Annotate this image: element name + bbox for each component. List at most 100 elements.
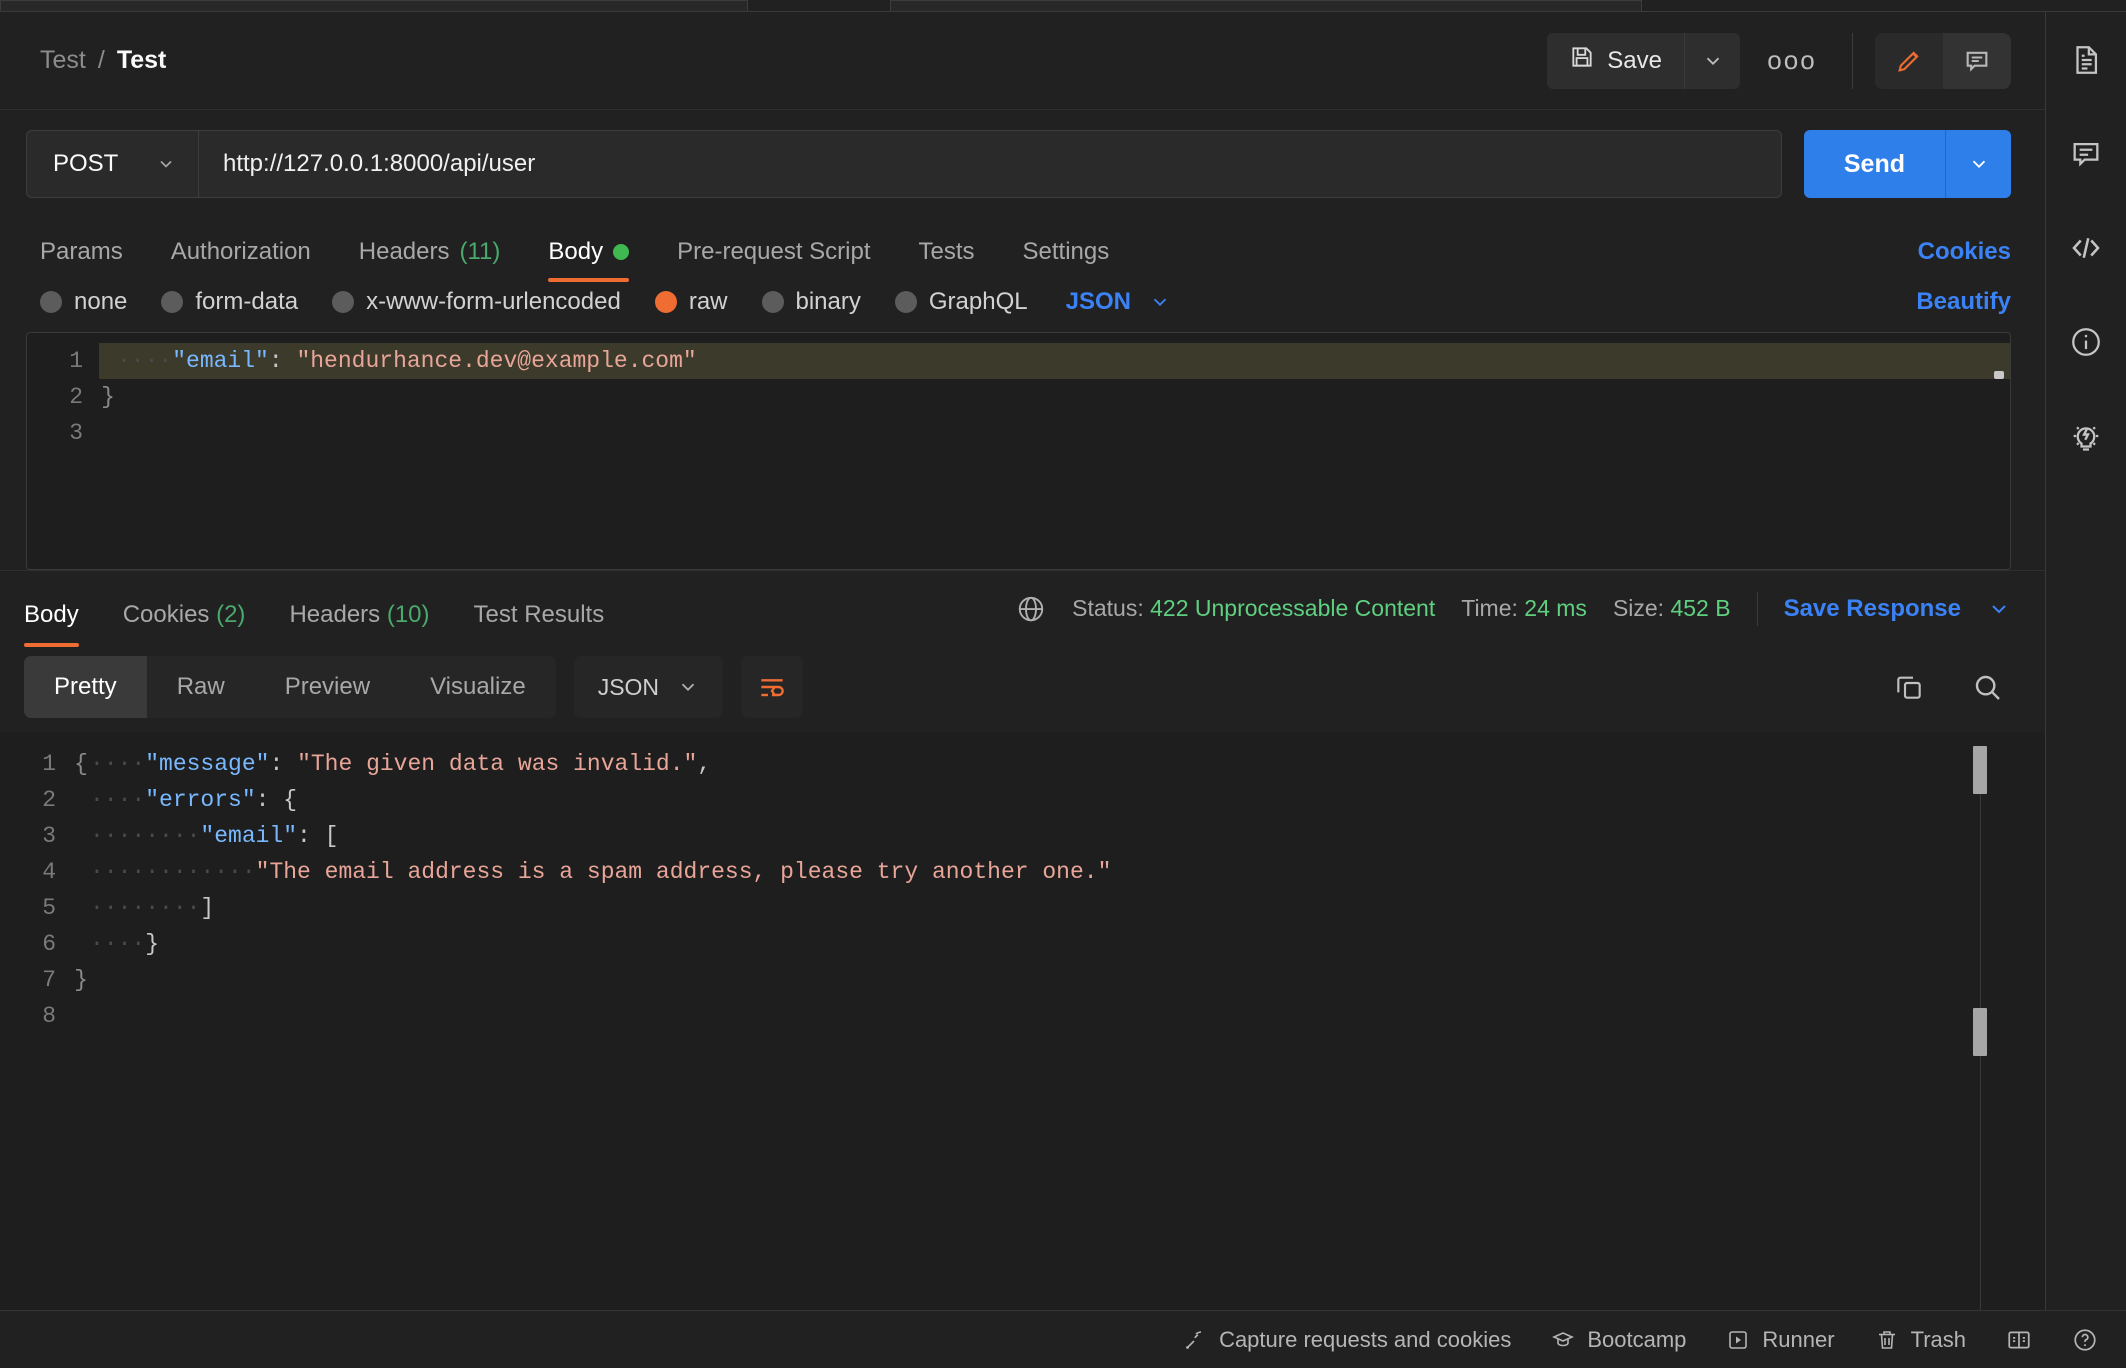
code-line[interactable]: ········] (72, 890, 2045, 926)
status-group: Status: 422 Unprocessable Content (1072, 595, 1435, 622)
documentation-icon[interactable] (2064, 38, 2108, 82)
bootcamp-button[interactable]: Bootcamp (1551, 1327, 1686, 1353)
body-type-urlencoded[interactable]: x-www-form-urlencoded (332, 288, 621, 316)
response-scroll-marker[interactable] (1973, 746, 1987, 794)
chevron-down-icon (1153, 298, 1167, 307)
request-tabs: Params Authorization Headers (11) Body P… (0, 218, 2045, 282)
send-dropdown-button[interactable] (1945, 130, 2011, 198)
view-mode-preview[interactable]: Preview (255, 656, 400, 718)
tab-pre-request-script[interactable]: Pre-request Script (653, 238, 894, 282)
lightbulb-icon[interactable] (2064, 414, 2108, 458)
request-tab-strip (0, 0, 2126, 12)
request-body-editor[interactable]: 1 2 3 {····"email": "hendurhance.dev@examp… (26, 332, 2011, 570)
code-line[interactable]: ········"email": [ (72, 818, 2045, 854)
tab-count: (11) (459, 238, 501, 265)
editor-scroll-marker[interactable] (1994, 371, 2004, 379)
code-line[interactable]: ····} (72, 926, 2045, 962)
response-body-viewer[interactable]: 1 2 3 4 5 6 7 8 {····"message": "The given data… (0, 732, 2045, 1310)
tab-strip-segment[interactable] (0, 0, 748, 11)
response-tab-test-results[interactable]: Test Results (452, 601, 627, 647)
trash-button[interactable]: Trash (1875, 1327, 1966, 1353)
play-box-icon (1729, 1330, 1748, 1349)
tab-authorization[interactable]: Authorization (147, 238, 335, 282)
response-scroll-marker[interactable] (1973, 1008, 1987, 1056)
raw-format-selector[interactable]: JSON (1066, 288, 1171, 316)
beautify-link[interactable]: Beautify (1916, 288, 2011, 315)
line-number: 3 (42, 823, 56, 849)
view-mode-toggle-group (1875, 32, 2011, 89)
body-type-none[interactable]: none (40, 288, 127, 316)
save-response-button[interactable]: Save Response (1784, 595, 1961, 623)
tab-label: Headers (358, 238, 450, 265)
breadcrumb-separator: / (97, 46, 105, 74)
comment-mode-button[interactable] (1943, 33, 2011, 89)
send-button[interactable]: Send (1803, 130, 1945, 198)
tab-strip-segment[interactable] (890, 0, 1642, 11)
breadcrumb-current[interactable]: Test (117, 46, 167, 75)
raw-format-label: JSON (1065, 288, 1131, 315)
code-line[interactable]: ····"email": "hendurhance.dev@example.co… (99, 343, 2010, 379)
line-number: 1 (42, 751, 56, 777)
view-mode-pretty[interactable]: Pretty (24, 656, 147, 718)
search-icon[interactable] (1971, 671, 2003, 703)
line-number: 1 (69, 348, 83, 374)
response-summary-bar: Body Cookies (2) Headers (10) Test Resul… (0, 570, 2045, 647)
info-icon[interactable] (2064, 320, 2108, 364)
breadcrumb-parent[interactable]: Test (40, 46, 86, 75)
word-wrap-toggle-button[interactable] (741, 656, 804, 718)
edit-mode-button[interactable] (1875, 32, 1943, 89)
metrics-divider (1756, 591, 1758, 626)
tab-count: (2) (216, 600, 246, 628)
comments-icon[interactable] (2064, 132, 2108, 176)
runner-button[interactable]: Runner (1726, 1326, 1835, 1353)
line-number: 4 (42, 859, 56, 885)
tab-label: Body (548, 238, 604, 265)
tab-settings[interactable]: Settings (999, 238, 1134, 282)
body-type-label: raw (688, 288, 728, 315)
url-bar-row: POST Send (0, 110, 2045, 218)
layout-toggle-button[interactable] (2006, 1327, 2032, 1353)
fold-marker[interactable]: } (99, 379, 117, 415)
cookies-link[interactable]: Cookies (1918, 238, 2011, 265)
comment-icon (1966, 51, 1988, 72)
runner-label: Runner (1762, 1326, 1835, 1352)
time-value: 24 ms (1524, 595, 1587, 621)
help-button[interactable] (2072, 1327, 2098, 1353)
copy-icon[interactable] (1893, 671, 1925, 703)
response-format-selector[interactable]: JSON (573, 656, 724, 718)
body-type-raw[interactable]: raw (654, 288, 728, 316)
body-type-form-data[interactable]: form-data (161, 288, 298, 316)
body-type-label: binary (795, 288, 861, 315)
more-actions-button[interactable]: ooo (1754, 33, 1830, 89)
view-mode-visualize[interactable]: Visualize (400, 656, 556, 718)
radio-icon (161, 291, 184, 313)
request-line-numbers: 1 2 3 (27, 343, 99, 451)
code-line[interactable]: ············"The email address is a spam… (72, 854, 2045, 890)
body-type-binary[interactable]: binary (761, 288, 861, 316)
url-input[interactable] (199, 131, 1781, 197)
save-dropdown-button[interactable] (1684, 32, 1740, 89)
method-selector[interactable]: POST (27, 131, 199, 197)
capture-requests-button[interactable]: Capture requests and cookies (1183, 1327, 1511, 1353)
tab-tests[interactable]: Tests (895, 238, 999, 282)
response-tab-headers[interactable]: Headers (10) (267, 601, 451, 647)
tab-body[interactable]: Body (524, 238, 653, 282)
response-view-modes: Pretty Raw Preview Visualize (24, 656, 556, 718)
code-line[interactable]: ····"message": "The given data was inval… (72, 746, 2045, 782)
code-line[interactable]: ····"errors": { (72, 782, 2045, 818)
url-bar: POST (26, 130, 1782, 198)
size-label: Size: (1612, 595, 1665, 621)
view-mode-raw[interactable]: Raw (147, 656, 255, 718)
response-tab-cookies[interactable]: Cookies (2) (101, 601, 268, 647)
fold-marker[interactable]: } (72, 962, 90, 998)
tab-headers[interactable]: Headers (11) (335, 238, 525, 282)
chevron-down-icon (1992, 604, 2006, 613)
globe-icon[interactable] (1016, 594, 1046, 624)
body-type-label: GraphQL (928, 288, 1028, 315)
response-code-area: 1 2 3 4 5 6 7 8 {····"message": "The given data… (0, 732, 2045, 1034)
save-button[interactable]: Save (1547, 32, 1684, 89)
code-snippet-icon[interactable] (2064, 226, 2108, 270)
response-tab-body[interactable]: Body (24, 601, 101, 647)
tab-params[interactable]: Params (40, 238, 147, 282)
body-type-graphql[interactable]: GraphQL (894, 288, 1028, 316)
